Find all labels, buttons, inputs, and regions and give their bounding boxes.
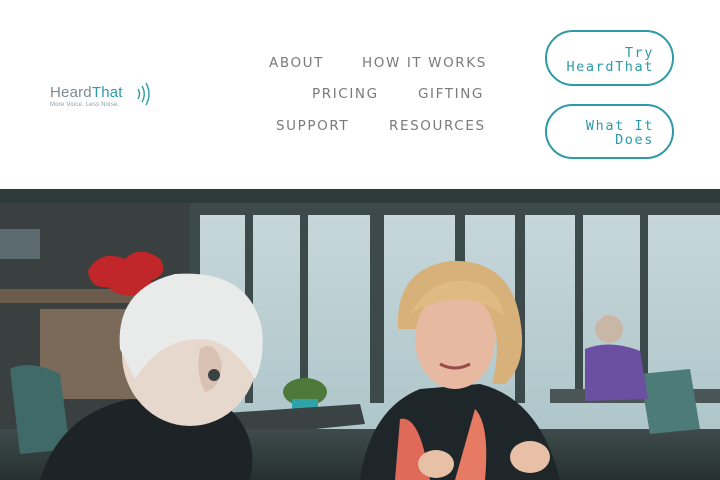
restaurant-conversation-photo (0, 189, 720, 480)
heardthat-logo[interactable]: HeardThat More Voice. Less Noise. (50, 80, 160, 112)
nav-how-it-works[interactable]: HOW IT WORKS (362, 55, 487, 71)
what-it-does-button[interactable]: What It Does (545, 104, 674, 159)
nav-gifting[interactable]: GIFTING (418, 86, 484, 102)
hero-photo (0, 189, 720, 480)
try-button-line2: HeardThat (566, 59, 654, 75)
what-button-line1: What It (585, 118, 654, 134)
logo-wordmark: HeardThat (50, 84, 123, 101)
try-button-line1: Try (624, 45, 654, 61)
nav-support[interactable]: SUPPORT (276, 118, 349, 134)
site-header: HeardThat More Voice. Less Noise. ABOUT … (0, 0, 720, 189)
nav-resources[interactable]: RESOURCES (389, 118, 486, 134)
logo-tagline: More Voice. Less Noise. (50, 102, 120, 108)
what-button-line2: Does (615, 132, 654, 148)
sound-waves-icon (137, 82, 150, 106)
nav-about[interactable]: ABOUT (269, 55, 324, 71)
try-heardthat-button[interactable]: Try HeardThat (545, 30, 674, 86)
nav-pricing[interactable]: PRICING (312, 86, 379, 102)
